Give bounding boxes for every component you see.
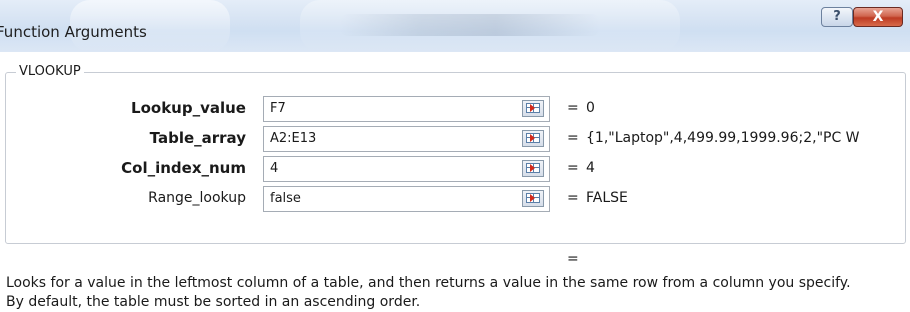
- argument-row-lookup-value: Lookup_value F7 = 0: [0, 95, 910, 123]
- equals-sign: =: [567, 160, 579, 176]
- lookup-value-input[interactable]: F7: [263, 96, 550, 122]
- table-array-input[interactable]: A2:E13: [263, 126, 550, 152]
- argument-row-range-lookup: Range_lookup false = FALSE: [0, 185, 910, 213]
- formula-result: =: [567, 251, 579, 267]
- argument-label: Table_array: [149, 129, 246, 147]
- col-index-num-input[interactable]: 4: [263, 156, 550, 182]
- question-icon: ?: [833, 9, 841, 24]
- dialog-title: Function Arguments: [0, 23, 147, 41]
- equals-sign: =: [567, 100, 579, 116]
- close-icon: X: [872, 9, 884, 25]
- equals-sign: =: [567, 130, 579, 146]
- range-lookup-input[interactable]: false: [263, 186, 550, 212]
- formula-result-sign: =: [567, 251, 579, 267]
- function-name-label: VLOOKUP: [16, 64, 84, 79]
- dialog-title-bar[interactable]: Function Arguments ? X: [0, 0, 910, 52]
- close-button[interactable]: X: [853, 7, 903, 27]
- argument-result: 4: [586, 160, 595, 176]
- argument-result: 0: [586, 100, 595, 116]
- range-selector-button[interactable]: [522, 130, 544, 147]
- argument-row-col-index-num: Col_index_num 4 = 4: [0, 155, 910, 183]
- function-description: Looks for a value in the leftmost column…: [6, 274, 906, 312]
- range-selector-button[interactable]: [522, 190, 544, 207]
- range-selector-button[interactable]: [522, 100, 544, 117]
- argument-result: {1,"Laptop",4,499.99,1999.96;2,"PC W: [586, 130, 860, 146]
- argument-label: Lookup_value: [131, 99, 246, 117]
- help-button[interactable]: ?: [821, 7, 853, 27]
- argument-label: Range_lookup: [148, 190, 246, 206]
- description-line: By default, the table must be sorted in …: [6, 294, 421, 310]
- description-line: Looks for a value in the leftmost column…: [6, 275, 851, 291]
- argument-label: Col_index_num: [121, 159, 246, 177]
- argument-row-table-array: Table_array A2:E13 = {1,"Laptop",4,499.9…: [0, 125, 910, 153]
- dialog-content: VLOOKUP Lookup_value F7 = 0 Table_array …: [0, 52, 910, 312]
- equals-sign: =: [567, 190, 579, 206]
- argument-result: FALSE: [586, 190, 628, 206]
- range-selector-button[interactable]: [522, 160, 544, 177]
